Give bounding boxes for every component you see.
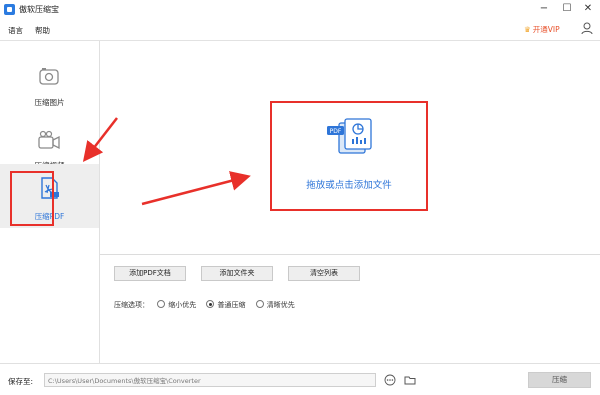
menu-bar: 语言 帮助 ♛ 开通VIP [0,19,600,41]
pdf-icon [41,177,59,199]
sidebar: 压缩图片 压缩视频 压缩PDF [0,41,100,363]
divider [100,254,600,255]
sidebar-item-label: 压缩PDF [34,212,65,221]
add-folder-button[interactable]: 添加文件夹 [201,266,273,281]
radio-button-checked[interactable] [206,300,215,308]
option-label: 普通压缩 [217,301,246,309]
window-title: 傲软压缩宝 [19,5,59,14]
title-bar: 傲软压缩宝 − ☐ ✕ [0,0,600,19]
menu-language[interactable]: 语言 [8,25,23,36]
minimize-button[interactable]: − [536,2,552,16]
drop-instruction: 拖放或点击添加文件 [306,180,392,191]
save-path-field[interactable] [44,373,376,387]
more-options-icon[interactable] [384,374,396,386]
svg-text:PDF: PDF [330,128,342,135]
options-label: 压缩选项： [114,301,149,309]
compression-options: 压缩选项： 缩小优先 普通压缩 清晰优先 [114,300,303,310]
pdf-documents-icon: PDF [327,118,372,154]
image-icon [39,68,59,85]
sidebar-item-compress-image[interactable]: 压缩图片 [0,51,99,115]
add-pdf-button[interactable]: 添加PDF文档 [114,266,186,281]
option-label: 清晰优先 [266,301,295,309]
vip-label: 开通VIP [532,25,560,34]
radio-button[interactable] [157,300,166,308]
drop-zone[interactable]: PDF 拖放或点击添加文件 [270,101,428,211]
video-icon [38,130,60,150]
open-folder-icon[interactable] [404,374,416,386]
maximize-button[interactable]: ☐ [559,2,575,16]
option-label: 缩小优先 [168,301,197,309]
radio-button[interactable] [255,300,264,308]
option-normal-compression[interactable]: 普通压缩 [206,300,246,309]
close-button[interactable]: ✕ [580,2,596,16]
clear-list-button[interactable]: 清空列表 [288,266,360,281]
sidebar-item-label: 压缩图片 [34,98,65,107]
bottom-bar: 保存至: 压缩 [0,363,600,395]
sidebar-item-compress-pdf[interactable]: 压缩PDF [0,164,99,228]
compress-button[interactable]: 压缩 [528,372,591,388]
crown-icon: ♛ [524,25,531,34]
user-icon[interactable] [581,22,593,35]
menu-help[interactable]: 帮助 [35,25,50,36]
option-smaller-first[interactable]: 缩小优先 [157,300,197,309]
save-to-label: 保存至: [8,377,34,386]
app-logo-icon [4,4,15,15]
main-panel: PDF 拖放或点击添加文件 添加PDF文档 添加文件夹 清空列表 压缩选项： 缩… [100,41,600,363]
file-drop-area[interactable]: PDF 拖放或点击添加文件 [100,41,600,254]
vip-button[interactable]: ♛ 开通VIP [524,24,560,35]
option-clarity-first[interactable]: 清晰优先 [255,300,295,309]
